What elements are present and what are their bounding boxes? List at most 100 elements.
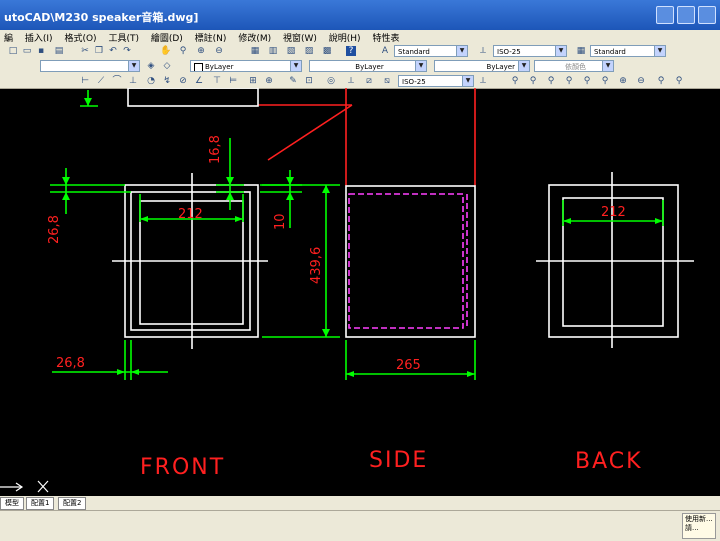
chevron-down-icon[interactable]: ▼ <box>462 76 473 86</box>
aligned-dim-icon[interactable]: ⟋ <box>96 76 106 86</box>
menu-dimension[interactable]: 標註(N) <box>191 30 232 44</box>
drawing-canvas[interactable]: 212 16,8 26,8 26,8 10 439,6 265 212 FRON… <box>0 88 720 496</box>
tab-model[interactable]: 模型 <box>0 497 24 510</box>
title-bar: utoCAD\M230 speaker音箱.dwg] <box>0 0 720 30</box>
zoom-icon[interactable]: ⚲ <box>178 46 188 56</box>
open-icon[interactable]: ▭ <box>22 46 32 56</box>
arrowhead <box>235 216 243 222</box>
pan-icon[interactable]: ✋ <box>160 46 171 56</box>
zoom-all-icon[interactable]: ⚲ <box>656 76 666 86</box>
chevron-down-icon[interactable]: ▼ <box>456 46 467 56</box>
menu-edit[interactable]: 編 <box>0 30 18 44</box>
dim-update-icon[interactable]: ◎ <box>326 76 336 86</box>
tolerance-icon[interactable]: ⊞ <box>248 76 258 86</box>
dimension-toolbar: ⊢ ⟋ ⌒ ⊥ ◔ ↯ ⊘ ∠ ⊤ ⊨ ⊞ ⊕ ✎ ⊡ ◎ ⟂ ⧄ ⧅ ISO-… <box>0 74 720 89</box>
ordinate-dim-icon[interactable]: ⊥ <box>128 76 138 86</box>
linear-dim-icon[interactable]: ⊢ <box>80 76 90 86</box>
zoom-dynamic-icon[interactable]: ⚲ <box>546 76 556 86</box>
copy-icon[interactable]: ❐ <box>94 46 104 56</box>
menu-window[interactable]: 視窗(W) <box>279 30 322 44</box>
zoom-window-icon[interactable]: ⊕ <box>196 46 206 56</box>
menu-insert[interactable]: 插入(I) <box>21 30 58 44</box>
dim-style-select[interactable]: ISO-25 ▼ <box>493 45 567 57</box>
plot-style-select[interactable]: 依顏色 ▼ <box>534 60 614 72</box>
save-icon[interactable]: ▪ <box>36 46 46 56</box>
chevron-down-icon[interactable]: ▼ <box>654 46 665 56</box>
layer-manager-icon[interactable]: ◈ <box>146 61 156 71</box>
zoom-previous-icon[interactable]: ⊖ <box>214 46 224 56</box>
chevron-down-icon[interactable]: ▼ <box>602 61 613 71</box>
dim-edit-icon[interactable]: ✎ <box>288 76 298 86</box>
zoom-in-icon[interactable]: ⊕ <box>618 76 628 86</box>
layer-select[interactable]: ▼ <box>40 60 140 72</box>
jogged-dim-icon[interactable]: ↯ <box>162 76 172 86</box>
dim-style-icon: ⟂ <box>479 46 486 56</box>
menu-format[interactable]: 格式(O) <box>60 30 101 44</box>
arc-length-icon[interactable]: ⌒ <box>112 76 122 86</box>
tab-layout1[interactable]: 配置1 <box>26 497 55 510</box>
ucs-icon <box>0 480 49 493</box>
dim-style-select-2[interactable]: ISO-25 ▼ <box>398 75 474 87</box>
chevron-down-icon[interactable]: ▼ <box>128 61 139 71</box>
lineweight-select[interactable]: ByLayer ▼ <box>434 60 530 72</box>
print-icon[interactable]: ▤ <box>54 46 64 56</box>
zoom-window-icon[interactable]: ⚲ <box>528 76 538 86</box>
diameter-dim-icon[interactable]: ⊘ <box>178 76 188 86</box>
back-view <box>536 172 694 348</box>
tab-layout2[interactable]: 配置2 <box>58 497 87 510</box>
menu-properties[interactable]: 特性表 <box>368 30 404 44</box>
zoom-extents-icon[interactable]: ⚲ <box>674 76 684 86</box>
linetype-value: ByLayer <box>355 63 384 71</box>
zoom-center-icon[interactable]: ⚲ <box>582 76 592 86</box>
new-icon[interactable]: □ <box>8 46 18 56</box>
tool-palette-icon[interactable]: ▧ <box>286 46 296 56</box>
text-style-select[interactable]: Standard ▼ <box>394 45 468 57</box>
arrowhead <box>117 369 125 375</box>
angular-dim-icon[interactable]: ∠ <box>194 76 204 86</box>
zoom-out-icon[interactable]: ⊖ <box>636 76 646 86</box>
chevron-down-icon[interactable]: ▼ <box>415 61 426 71</box>
dim-override-icon[interactable]: ⧄ <box>364 76 374 86</box>
undo-icon[interactable]: ↶ <box>108 46 118 56</box>
notification-balloon[interactable]: 使用新... 請... <box>682 513 716 539</box>
cut-icon[interactable]: ✂ <box>80 46 90 56</box>
menu-help[interactable]: 說明(H) <box>325 30 366 44</box>
dim-style-icon[interactable]: ⟂ <box>346 76 356 86</box>
chevron-down-icon[interactable]: ▼ <box>555 46 566 56</box>
radius-dim-icon[interactable]: ◔ <box>146 76 156 86</box>
menu-tools[interactable]: 工具(T) <box>104 30 144 44</box>
arrowhead <box>140 216 148 222</box>
dim-text-edit-icon[interactable]: ⊡ <box>304 76 314 86</box>
side-view <box>345 185 476 338</box>
menu-modify[interactable]: 修改(M) <box>234 30 276 44</box>
zoom-scale-icon[interactable]: ⚲ <box>564 76 574 86</box>
quick-dim-icon[interactable]: ⊤ <box>212 76 222 86</box>
lineweight-value: ByLayer <box>486 63 515 71</box>
sheet-set-icon[interactable]: ▨ <box>304 46 314 56</box>
layer-previous-icon[interactable]: ◇ <box>162 61 172 71</box>
properties-icon[interactable]: ▦ <box>250 46 260 56</box>
zoom-realtime-icon[interactable]: ⚲ <box>510 76 520 86</box>
dimension-arrows <box>62 98 663 377</box>
maximize-button[interactable] <box>677 6 695 24</box>
design-center-icon[interactable]: ▥ <box>268 46 278 56</box>
menu-draw[interactable]: 繪圖(D) <box>147 30 188 44</box>
arrowhead <box>655 218 663 224</box>
markup-icon[interactable]: ▩ <box>322 46 332 56</box>
dim-style-manager-icon[interactable]: ⟂ <box>478 76 488 86</box>
baseline-dim-icon[interactable]: ⊨ <box>228 76 238 86</box>
minimize-button[interactable] <box>656 6 674 24</box>
center-mark-icon[interactable]: ⊕ <box>264 76 274 86</box>
linetype-select[interactable]: ByLayer ▼ <box>309 60 427 72</box>
table-style-select[interactable]: Standard ▼ <box>590 45 666 57</box>
redo-icon[interactable]: ↷ <box>122 46 132 56</box>
arrowhead <box>322 329 330 337</box>
help-icon[interactable]: ? <box>346 46 356 56</box>
close-button[interactable] <box>698 6 716 24</box>
table-style-value: Standard <box>594 48 626 56</box>
chevron-down-icon[interactable]: ▼ <box>290 61 301 71</box>
chevron-down-icon[interactable]: ▼ <box>518 61 529 71</box>
dim-oblique-icon[interactable]: ⧅ <box>382 76 392 86</box>
zoom-object-icon[interactable]: ⚲ <box>600 76 610 86</box>
color-select[interactable]: ByLayer ▼ <box>190 60 302 72</box>
